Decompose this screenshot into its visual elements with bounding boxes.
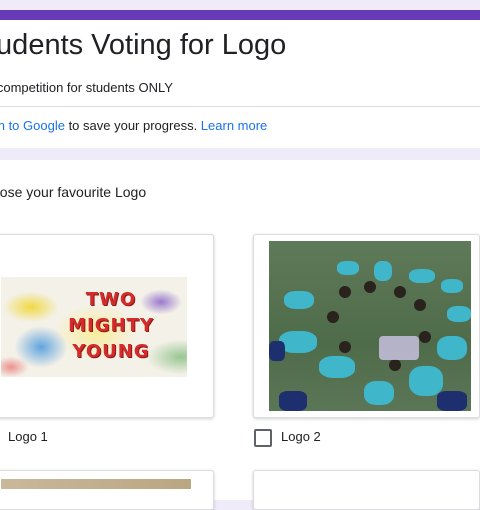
logo-2-image bbox=[269, 241, 471, 411]
option-3-image bbox=[1, 479, 191, 489]
option-checkbox-2[interactable] bbox=[254, 429, 272, 447]
logo-1-image: TWO MIGHTY YOUNG bbox=[1, 277, 187, 377]
header-divider bbox=[0, 106, 480, 107]
question-title: oose your favourite Logo bbox=[0, 184, 147, 200]
option-image-tile-2[interactable] bbox=[253, 234, 480, 418]
signin-text: to save your progress. bbox=[64, 118, 201, 133]
signin-link[interactable]: n in to Google bbox=[0, 118, 65, 133]
option-image-tile-1[interactable]: TWO MIGHTY YOUNG bbox=[0, 234, 214, 418]
option-label-1: Logo 1 bbox=[8, 429, 48, 444]
form-title: tudents Voting for Logo bbox=[0, 29, 287, 61]
logo-1-image-text: TWO MIGHTY YOUNG bbox=[68, 289, 154, 362]
learn-more-link[interactable]: Learn more bbox=[201, 118, 267, 133]
signin-notice: n in to Google to save your progress. Le… bbox=[0, 117, 267, 135]
form-description: o competition for students ONLY bbox=[0, 80, 173, 95]
option-image-tile-4[interactable] bbox=[253, 470, 480, 510]
page-background bbox=[0, 0, 480, 10]
option-image-tile-3[interactable] bbox=[0, 470, 214, 510]
option-label-2: Logo 2 bbox=[281, 429, 321, 444]
